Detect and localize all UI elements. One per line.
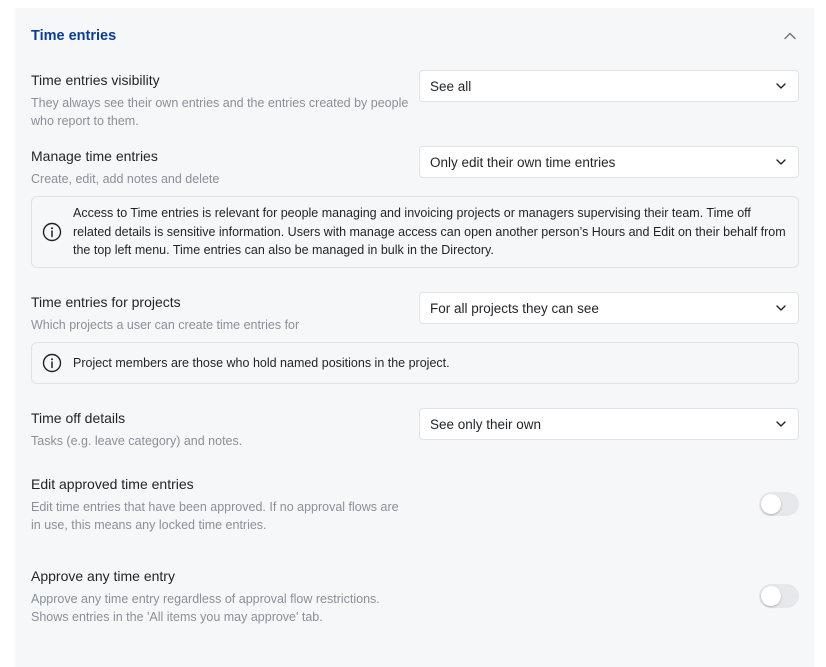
- manage-info-text: Access to Time entries is relevant for p…: [73, 206, 786, 258]
- projects-select-value: For all projects they can see: [430, 300, 599, 316]
- edit-approved-toggle[interactable]: [759, 492, 799, 516]
- info-icon: [42, 222, 62, 242]
- approve-any-description: Approve any time entry regardless of app…: [31, 592, 380, 624]
- time-entries-panel: Time entries Time entries visibility The…: [15, 8, 814, 667]
- toggle-knob: [761, 494, 781, 514]
- section-title: Time entries: [31, 28, 117, 44]
- chevron-down-icon: [774, 417, 788, 431]
- info-icon: [42, 353, 62, 373]
- chevron-down-icon: [774, 155, 788, 169]
- manage-select[interactable]: Only edit their own time entries: [419, 146, 799, 178]
- visibility-select-value: See all: [430, 78, 472, 94]
- manage-info-box: Access to Time entries is relevant for p…: [31, 196, 799, 268]
- timeoff-description: Tasks (e.g. leave category) and notes.: [31, 434, 243, 448]
- projects-info-box: Project members are those who hold named…: [31, 342, 799, 384]
- manage-select-value: Only edit their own time entries: [430, 154, 616, 170]
- edit-approved-description: Edit time entries that have been approve…: [31, 500, 399, 532]
- edit-approved-setting: Edit approved time entries Edit time ent…: [31, 475, 798, 534]
- chevron-up-icon[interactable]: [782, 28, 798, 44]
- chevron-down-icon: [774, 301, 788, 315]
- timeoff-select[interactable]: See only their own: [419, 408, 799, 440]
- approve-any-setting: Approve any time entry Approve any time …: [31, 567, 798, 626]
- manage-description: Create, edit, add notes and delete: [31, 172, 220, 186]
- chevron-down-icon: [774, 79, 788, 93]
- toggle-knob: [761, 586, 781, 606]
- visibility-select[interactable]: See all: [419, 70, 799, 102]
- edit-approved-label: Edit approved time entries: [31, 476, 194, 492]
- section-header[interactable]: Time entries: [31, 26, 798, 46]
- projects-info-text: Project members are those who hold named…: [73, 355, 450, 370]
- projects-description: Which projects a user can create time en…: [31, 318, 300, 332]
- approve-any-label: Approve any time entry: [31, 568, 175, 584]
- projects-select[interactable]: For all projects they can see: [419, 292, 799, 324]
- timeoff-select-value: See only their own: [430, 416, 542, 432]
- approve-any-toggle[interactable]: [759, 584, 799, 608]
- visibility-description: They always see their own entries and th…: [31, 96, 409, 128]
